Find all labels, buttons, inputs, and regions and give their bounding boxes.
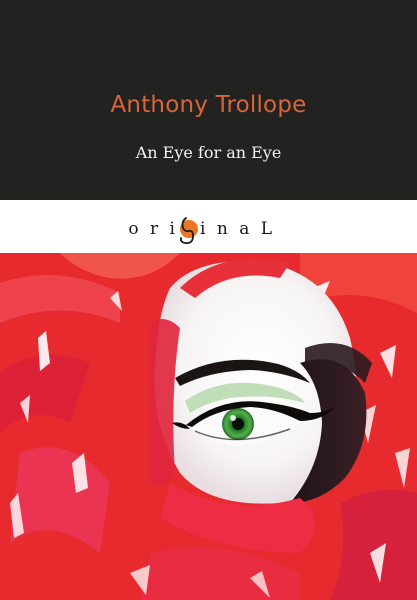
book-cover: Anthony Trollope An Eye for an Eye o r i… xyxy=(0,0,417,600)
series-logo-right-text: i n a L xyxy=(200,219,275,239)
author-name: Anthony Trollope xyxy=(110,92,307,118)
book-title: An Eye for an Eye xyxy=(135,143,282,162)
orange-circle-g-icon xyxy=(179,217,198,245)
series-logo-left-text: o r i xyxy=(128,219,178,239)
series-logo: o r i i n a L xyxy=(128,217,275,245)
cover-illustration xyxy=(0,253,417,600)
